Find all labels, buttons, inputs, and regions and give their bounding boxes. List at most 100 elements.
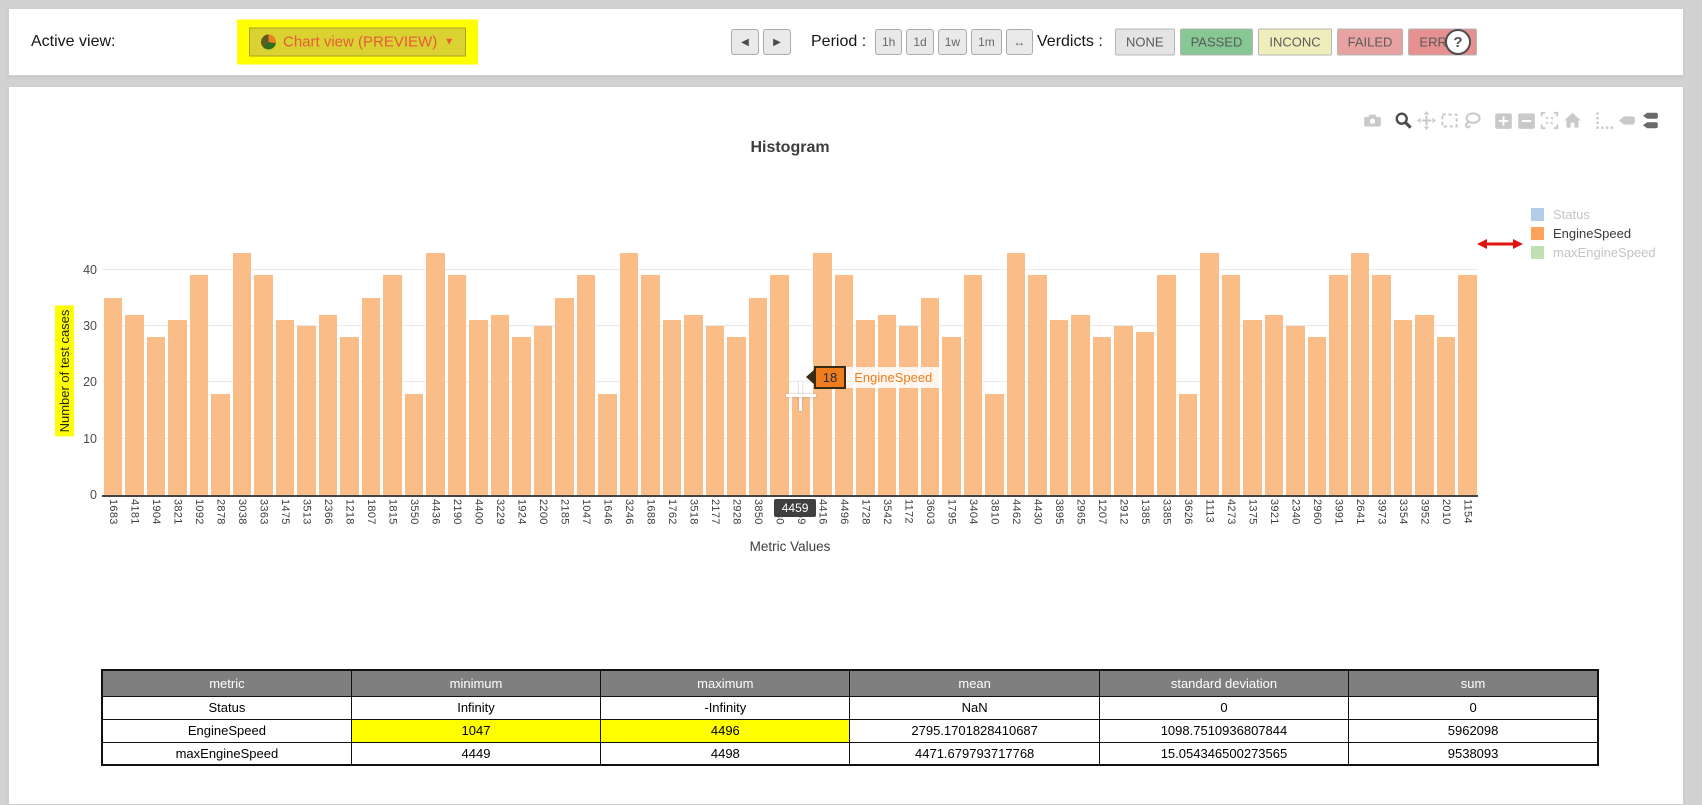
- histogram-bar[interactable]: [404, 393, 423, 495]
- x-tick-label: 2010: [1439, 499, 1452, 525]
- histogram-bar[interactable]: [1200, 252, 1219, 495]
- histogram-bar[interactable]: [211, 393, 230, 495]
- histogram-bar[interactable]: [146, 337, 165, 495]
- histogram-bar[interactable]: [963, 275, 982, 495]
- histogram-bar[interactable]: [103, 297, 122, 495]
- histogram-bar[interactable]: [705, 325, 724, 495]
- histogram-bar[interactable]: [662, 320, 681, 495]
- histogram-bar[interactable]: [383, 275, 402, 495]
- reset-axes-home-icon[interactable]: [1563, 111, 1582, 130]
- legend-label: EngineSpeed: [1553, 226, 1632, 241]
- x-tick-label: 3513: [300, 499, 313, 525]
- autoscale-icon[interactable]: [1540, 111, 1559, 130]
- verdict-none-button[interactable]: NONE: [1115, 28, 1175, 56]
- plot-modebar: [1351, 111, 1659, 130]
- histogram-bar[interactable]: [1264, 314, 1283, 495]
- histogram-bar[interactable]: [254, 275, 273, 495]
- plot-area[interactable]: 18 EngineSpeed 4459: [102, 247, 1478, 517]
- histogram-bar[interactable]: [125, 314, 144, 495]
- histogram-bar[interactable]: [598, 393, 617, 495]
- period-1w-button[interactable]: 1w: [937, 29, 968, 55]
- pan-icon[interactable]: [1417, 111, 1436, 130]
- histogram-bar[interactable]: [877, 314, 896, 495]
- histogram-bar[interactable]: [684, 314, 703, 495]
- histogram-bar[interactable]: [1415, 314, 1434, 495]
- histogram-bar[interactable]: [1307, 337, 1326, 495]
- verdict-failed-button[interactable]: FAILED: [1336, 28, 1404, 56]
- verdict-inconc-button[interactable]: INCONC: [1258, 28, 1332, 56]
- histogram-bar[interactable]: [1393, 320, 1412, 495]
- histogram-bar[interactable]: [168, 320, 187, 495]
- histogram-bar[interactable]: [1350, 252, 1369, 495]
- histogram-bar[interactable]: [1006, 252, 1025, 495]
- histogram-bar[interactable]: [1071, 314, 1090, 495]
- legend-item-maxenginespeed[interactable]: maxEngineSpeed: [1531, 243, 1656, 262]
- histogram-bar[interactable]: [856, 320, 875, 495]
- period-1d-button[interactable]: 1d: [906, 29, 934, 55]
- histogram-bar[interactable]: [232, 252, 251, 495]
- histogram-bar[interactable]: [533, 325, 552, 495]
- histogram-bar[interactable]: [1436, 337, 1455, 495]
- help-icon[interactable]: ?: [1445, 29, 1471, 55]
- histogram-bar[interactable]: [1372, 275, 1391, 495]
- histogram-bar[interactable]: [275, 320, 294, 495]
- histogram-bar[interactable]: [1243, 320, 1262, 495]
- spike-lines-icon[interactable]: [1594, 111, 1613, 130]
- histogram-bar[interactable]: [1135, 331, 1154, 495]
- lasso-select-icon[interactable]: [1463, 111, 1482, 130]
- histogram-bar[interactable]: [361, 297, 380, 495]
- legend-item-enginespeed[interactable]: EngineSpeed: [1531, 224, 1656, 243]
- zoom-icon[interactable]: [1394, 111, 1413, 130]
- period-1m-button[interactable]: 1m: [971, 29, 1002, 55]
- view-selector-dropdown[interactable]: Chart view (PREVIEW) ▼: [249, 27, 467, 57]
- camera-icon[interactable]: [1363, 111, 1382, 130]
- x-tick-label: 1385: [1138, 499, 1151, 525]
- histogram-bar[interactable]: [920, 297, 939, 495]
- histogram-bar[interactable]: [619, 252, 638, 495]
- histogram-bar[interactable]: [426, 252, 445, 495]
- histogram-bar[interactable]: [555, 297, 574, 495]
- histogram-bar[interactable]: [727, 337, 746, 495]
- legend-item-status[interactable]: Status: [1531, 205, 1656, 224]
- histogram-bar[interactable]: [942, 337, 961, 495]
- histogram-bar[interactable]: [1157, 275, 1176, 495]
- histogram-bar[interactable]: [1092, 337, 1111, 495]
- histogram-bar[interactable]: [770, 275, 789, 495]
- histogram-bar[interactable]: [1458, 275, 1477, 495]
- histogram-bar[interactable]: [189, 275, 208, 495]
- histogram-bar[interactable]: [1028, 275, 1047, 495]
- zoom-out-icon[interactable]: [1517, 111, 1536, 130]
- histogram-bar[interactable]: [1114, 325, 1133, 495]
- previous-period-button[interactable]: ◀: [731, 29, 759, 55]
- histogram-bar[interactable]: [469, 320, 488, 495]
- period-1h-button[interactable]: 1h: [875, 29, 903, 55]
- histogram-bar[interactable]: [1178, 393, 1197, 495]
- histogram-bar[interactable]: [748, 297, 767, 495]
- table-row: maxEngineSpeed 4449 4498 4471.679793717768 1…: [101, 741, 1599, 766]
- box-select-icon[interactable]: [1440, 111, 1459, 130]
- zoom-in-icon[interactable]: [1494, 111, 1513, 130]
- table-cell: -Infinity: [600, 695, 851, 720]
- x-tick-label: 1683: [106, 499, 119, 525]
- histogram-bar[interactable]: [1221, 275, 1240, 495]
- histogram-bar[interactable]: [1049, 320, 1068, 495]
- histogram-bar[interactable]: [490, 314, 509, 495]
- histogram-bar[interactable]: [899, 325, 918, 495]
- histogram-bar[interactable]: [985, 393, 1004, 495]
- histogram-bar[interactable]: [1286, 325, 1305, 495]
- histogram-bar[interactable]: [318, 314, 337, 495]
- verdict-passed-button[interactable]: PASSED: [1179, 28, 1254, 56]
- x-tick-label: 1207: [1095, 499, 1108, 525]
- histogram-bar[interactable]: [1329, 275, 1348, 495]
- histogram-bar[interactable]: [447, 275, 466, 495]
- histogram-bar[interactable]: [512, 337, 531, 495]
- histogram-bar[interactable]: [297, 325, 316, 495]
- hover-compare-icon[interactable]: [1640, 111, 1659, 130]
- histogram-bar[interactable]: [340, 337, 359, 495]
- hover-closest-icon[interactable]: [1617, 111, 1636, 130]
- period-reset-button[interactable]: ↔: [1005, 29, 1033, 55]
- next-period-button[interactable]: ▶: [763, 29, 791, 55]
- histogram-bar[interactable]: [641, 275, 660, 495]
- period-label: Period :: [811, 33, 867, 50]
- histogram-bar[interactable]: [576, 275, 595, 495]
